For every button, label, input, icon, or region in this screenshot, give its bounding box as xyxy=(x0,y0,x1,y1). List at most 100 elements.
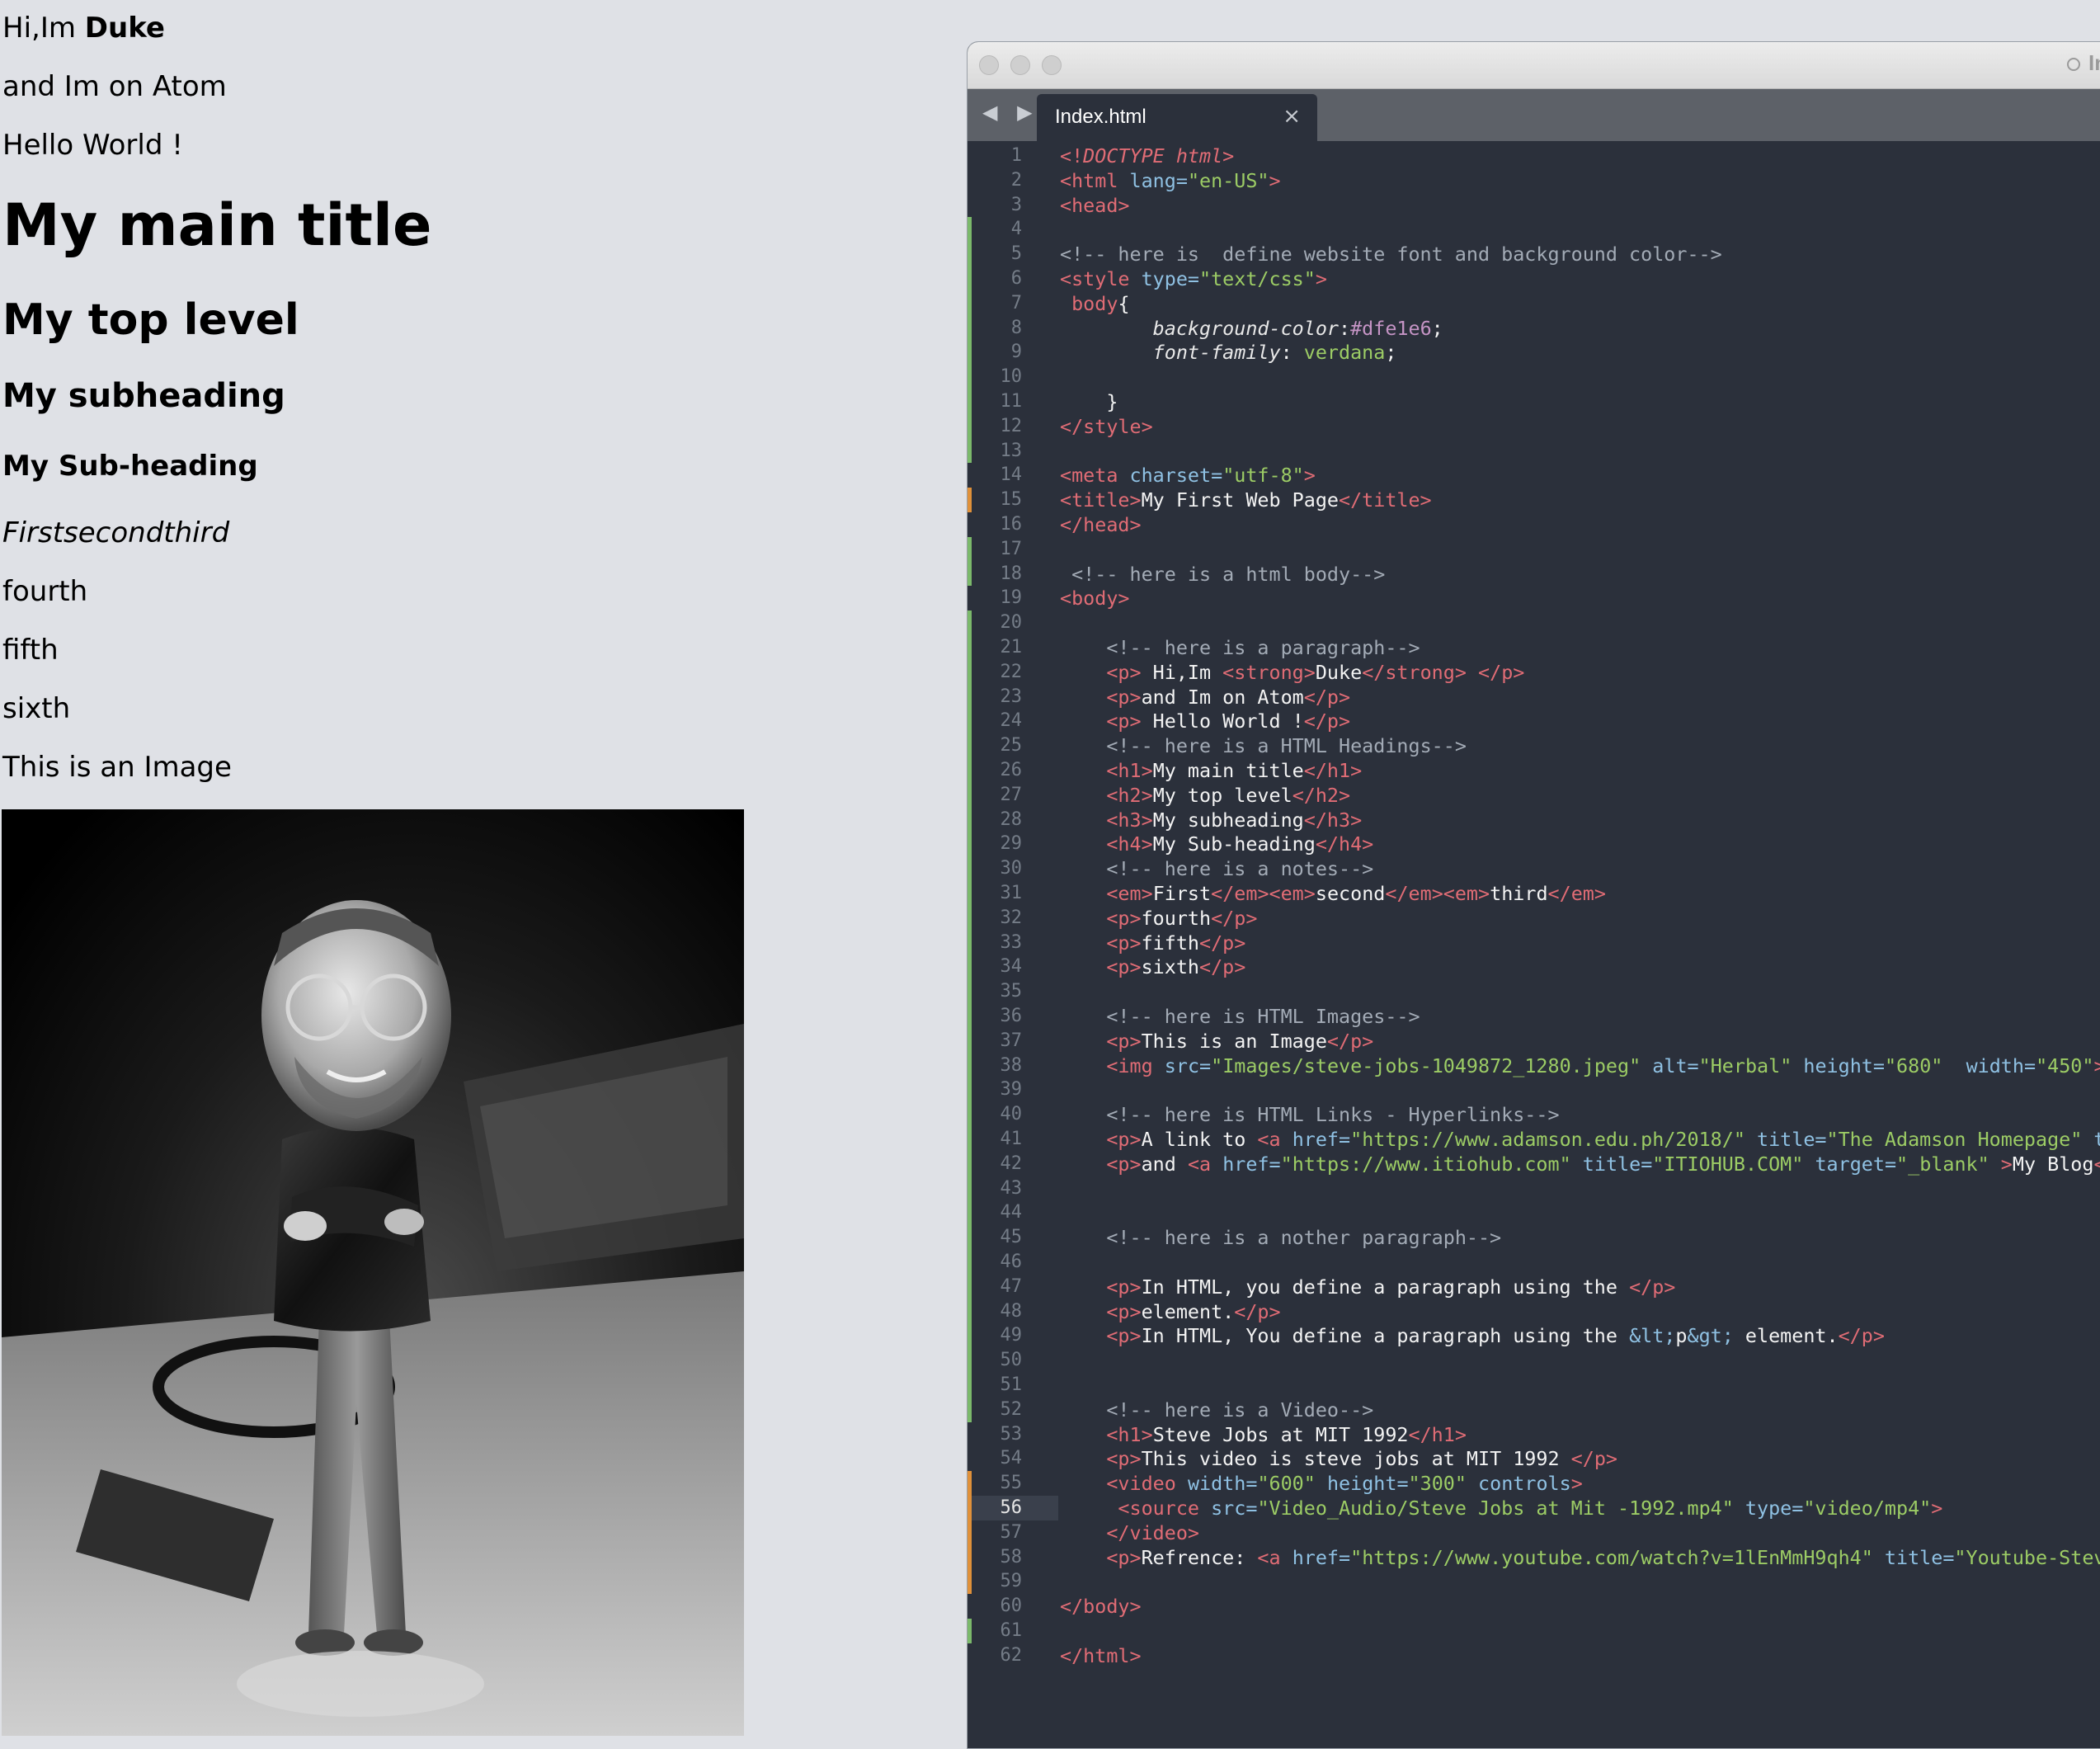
code-line[interactable]: <style type="text/css"> xyxy=(1060,266,1327,291)
code-line[interactable]: <em>First</em><em>second</em><em>third</… xyxy=(1060,881,1606,906)
line-number: 18 xyxy=(1000,563,1023,584)
line-number: 1 xyxy=(1010,145,1022,166)
code-line[interactable]: <p>fifth</p> xyxy=(1060,931,1245,955)
code-line[interactable]: <p> Hi,Im <strong>Duke</strong> </p> xyxy=(1060,660,1524,685)
code-line[interactable]: <p>and <a href="https://www.itiohub.com"… xyxy=(1060,1152,2100,1176)
code-line[interactable]: <!-- here is a nother paragraph--> xyxy=(1060,1225,1501,1250)
bobblehead-figure-image xyxy=(2,809,744,1736)
code-line[interactable]: <!-- here is a html body--> xyxy=(1060,562,1385,587)
tab-index-html[interactable]: Index.html × xyxy=(1037,94,1317,141)
paragraph-atom: and Im on Atom xyxy=(2,70,227,103)
line-number: 26 xyxy=(1000,760,1023,780)
git-change-marker xyxy=(968,610,972,1422)
code-line[interactable]: <p>sixth</p> xyxy=(1060,955,1245,979)
code-line[interactable]: <!-- here is HTML Links - Hyperlinks--> xyxy=(1060,1102,1559,1127)
code-line[interactable]: <p>Refrence: <a href="https://www.youtub… xyxy=(1060,1545,2100,1570)
line-number: 13 xyxy=(1000,440,1023,461)
code-line[interactable]: body{ xyxy=(1060,291,1129,316)
code-line[interactable]: } xyxy=(1060,389,1118,414)
tab-bar: ◀ ▶ Index.html × xyxy=(968,89,2100,141)
line-number: 3 xyxy=(1010,194,1022,215)
code-line[interactable]: <h2>My top level</h2> xyxy=(1060,783,1350,808)
code-line[interactable]: <!-- here is a HTML Headings--> xyxy=(1060,733,1467,758)
line-number: 9 xyxy=(1010,342,1022,363)
line-number: 6 xyxy=(1010,268,1022,289)
tab-navigation-arrows[interactable]: ◀ ▶ xyxy=(982,101,1039,124)
code-line[interactable]: <!-- here is a notes--> xyxy=(1060,856,1373,881)
code-area[interactable]: 1 2 3 4 5 6 7 8 9 10 11 12 13 14 15 16 17 18 19 20 21 22 23 24 2… xyxy=(968,141,2100,1748)
line-number: 45 xyxy=(1000,1227,1023,1248)
code-line[interactable]: <p>In HTML, You define a paragraph using… xyxy=(1060,1323,1885,1348)
line-number: 4 xyxy=(1010,219,1022,240)
line-number: 23 xyxy=(1000,686,1023,707)
code-line[interactable]: <video width="600" height="300" controls… xyxy=(1060,1471,1582,1496)
line-number: 58 xyxy=(1000,1546,1023,1568)
code-line[interactable]: </style> xyxy=(1060,414,1153,439)
line-number: 60 xyxy=(1000,1596,1023,1617)
code-line[interactable]: <meta charset="utf-8"> xyxy=(1060,463,1316,488)
line-number: 10 xyxy=(1000,366,1023,388)
git-change-marker xyxy=(968,488,972,512)
line-number: 22 xyxy=(1000,661,1023,682)
code-line[interactable]: <source src="Video_Audio/Steve Jobs at M… xyxy=(1060,1496,1942,1520)
line-number: 21 xyxy=(1000,637,1023,658)
code-line[interactable]: <!DOCTYPE html> xyxy=(1060,144,1234,168)
code-line[interactable]: <h1>Steve Jobs at MIT 1992</h1> xyxy=(1060,1422,1467,1447)
git-change-marker xyxy=(968,1471,972,1595)
rendered-page: Hi,Im Duke and Im on Atom Hello World ! … xyxy=(0,0,949,1736)
window-titlebar: Ind xyxy=(968,42,2100,89)
line-number: 61 xyxy=(1000,1620,1023,1641)
code-line[interactable]: <!-- here is HTML Images--> xyxy=(1060,1004,1420,1029)
paragraph-fifth: fifth xyxy=(2,634,59,667)
emphasis-line: Firstsecondthird xyxy=(2,516,230,549)
code-line[interactable]: <p>In HTML, you define a paragraph using… xyxy=(1060,1275,1675,1299)
code-line[interactable]: <p> Hello World !</p> xyxy=(1060,709,1350,733)
line-number: 47 xyxy=(1000,1275,1023,1297)
code-line[interactable]: <h3>My subheading</h3> xyxy=(1060,808,1362,832)
code-line[interactable]: <head> xyxy=(1060,193,1130,218)
line-number: 62 xyxy=(1000,1644,1023,1666)
code-line[interactable]: </html> xyxy=(1060,1643,1142,1668)
line-number: 37 xyxy=(1000,1030,1023,1051)
line-number: 16 xyxy=(1000,514,1023,535)
code-line[interactable]: </video> xyxy=(1060,1520,1199,1545)
code-line[interactable]: background-color:#dfe1e6; xyxy=(1060,316,1443,341)
code-line[interactable]: <p>This video is steve jobs at MIT 1992 … xyxy=(1060,1446,1617,1471)
line-number: 53 xyxy=(1000,1423,1023,1445)
code-line[interactable]: <p>This is an Image</p> xyxy=(1060,1029,1373,1054)
code-line[interactable]: <h1>My main title</h1> xyxy=(1060,758,1362,783)
code-line[interactable]: <body> xyxy=(1060,586,1130,610)
code-line[interactable]: <html lang="en-US"> xyxy=(1060,168,1281,193)
close-window-button[interactable] xyxy=(979,55,999,75)
line-number: 11 xyxy=(1000,391,1023,412)
code-line[interactable]: <p>A link to <a href="https://www.adamso… xyxy=(1060,1127,2100,1152)
code-line[interactable]: <img src="Images/steve-jobs-1049872_1280… xyxy=(1060,1054,2100,1078)
line-number: 27 xyxy=(1000,784,1023,805)
line-number: 32 xyxy=(1000,907,1023,928)
line-number: 35 xyxy=(1000,981,1023,1002)
code-line[interactable]: <title>My First Web Page</title> xyxy=(1060,488,1432,512)
heading-h2: My top level xyxy=(2,295,299,345)
line-number: 42 xyxy=(1000,1153,1023,1174)
code-line[interactable]: <!-- here is define website font and bac… xyxy=(1060,242,1722,266)
zoom-window-button[interactable] xyxy=(1042,55,1062,75)
line-number: 33 xyxy=(1000,931,1023,953)
code-line[interactable]: <h4>My Sub-heading</h4> xyxy=(1060,832,1373,856)
code-line[interactable]: <!-- here is a Video--> xyxy=(1060,1398,1373,1422)
code-line[interactable]: <p>element.</p> xyxy=(1060,1299,1280,1324)
line-number: 52 xyxy=(1000,1398,1023,1420)
line-number: 17 xyxy=(1000,538,1023,559)
code-line[interactable]: <!-- here is a paragraph--> xyxy=(1060,635,1420,660)
minimize-window-button[interactable] xyxy=(1010,55,1030,75)
line-number: 36 xyxy=(1000,1006,1023,1026)
code-line[interactable]: <p>fourth</p> xyxy=(1060,906,1257,931)
tab-close-icon[interactable]: × xyxy=(1283,104,1301,129)
line-number: 28 xyxy=(1000,808,1023,830)
line-number: 51 xyxy=(1000,1374,1023,1395)
code-line[interactable]: font-family: verdana; xyxy=(1060,340,1397,365)
code-line[interactable]: </head> xyxy=(1060,512,1142,537)
line-number: 19 xyxy=(1000,587,1023,609)
code-line[interactable]: <p>and Im on Atom</p> xyxy=(1060,685,1350,710)
code-line[interactable]: </body> xyxy=(1060,1594,1142,1619)
line-number: 7 xyxy=(1010,292,1022,314)
